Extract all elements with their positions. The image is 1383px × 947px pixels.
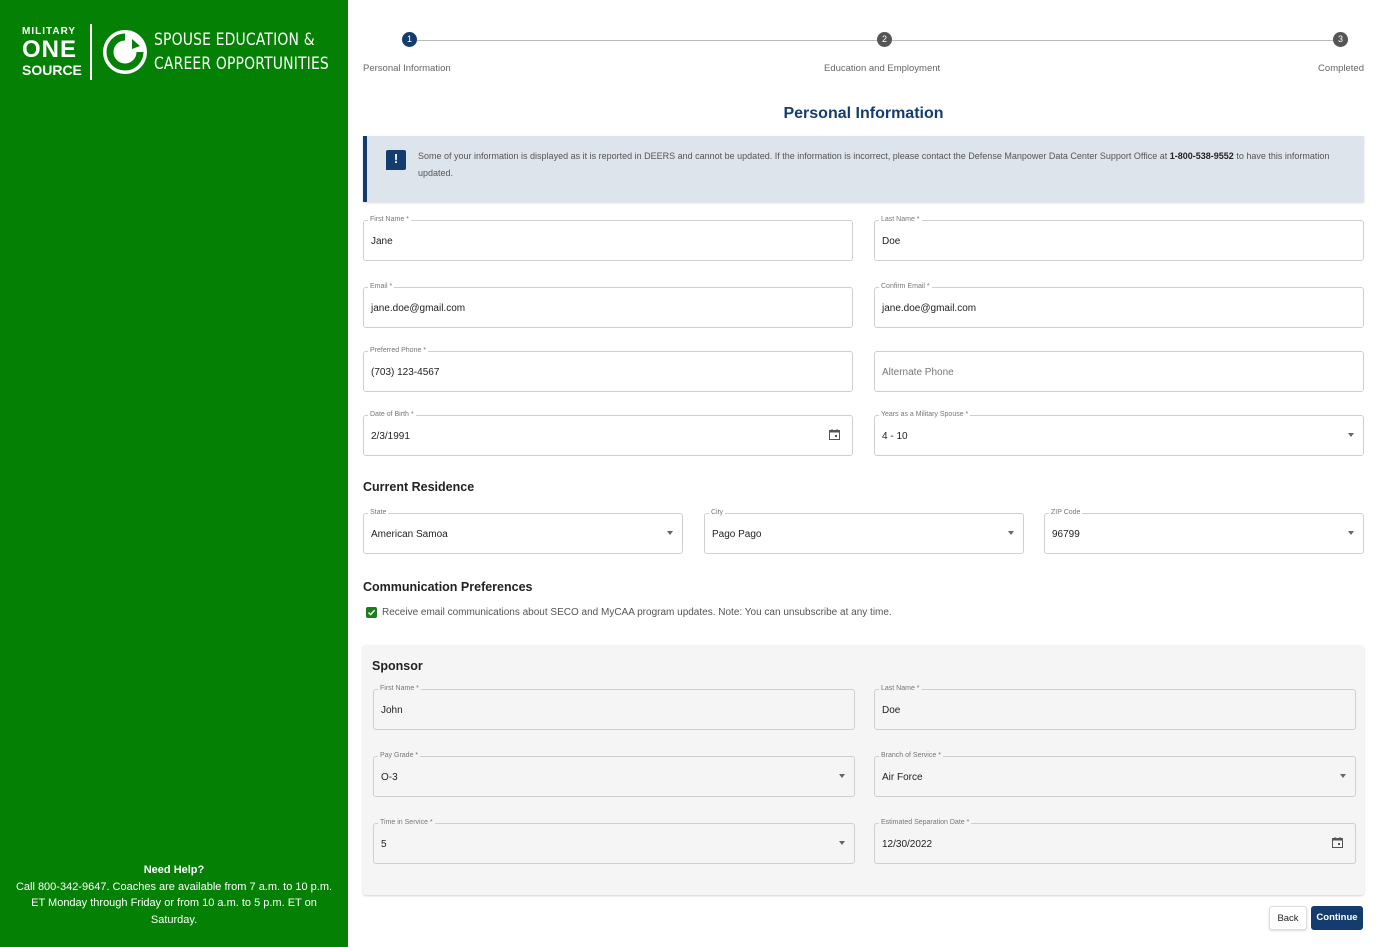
years-military-spouse-value: 4 - 10	[882, 431, 908, 442]
zip-code-value: 96799	[1052, 529, 1080, 540]
logo-one-text: ONE	[22, 36, 78, 63]
time-in-service-value: 5	[381, 839, 387, 850]
alternate-phone-field[interactable]: Alternate Phone	[874, 351, 1364, 392]
alert-message: Some of your information is displayed as…	[418, 148, 1348, 181]
deers-info-alert: ! Some of your information is displayed …	[363, 136, 1364, 202]
email-value: jane.doe@gmail.com	[371, 303, 466, 314]
chevron-down-icon	[1348, 531, 1354, 535]
estimated-separation-date-label: Estimated Separation Date *	[879, 818, 972, 828]
last-name-value: Doe	[882, 236, 901, 247]
step-2-indicator: 2	[877, 32, 892, 47]
date-of-birth-field[interactable]: Date of Birth * 2/3/1991	[363, 410, 853, 456]
calendar-icon[interactable]	[829, 429, 840, 440]
zip-code-label: ZIP Code	[1049, 508, 1083, 518]
alert-text-before: Some of your information is displayed as…	[418, 151, 1170, 161]
estimated-separation-date-field[interactable]: Estimated Separation Date * 12/30/2022	[874, 818, 1356, 864]
city-select[interactable]: City Pago Pago	[704, 508, 1024, 554]
chevron-down-icon	[667, 531, 673, 535]
state-select[interactable]: State American Samoa	[363, 508, 683, 554]
sponsor-first-name-field[interactable]: First Name * John	[373, 684, 855, 730]
email-field[interactable]: Email * jane.doe@gmail.com	[363, 282, 853, 328]
sponsor-last-name-label: Last Name *	[879, 684, 922, 694]
stepper-line-2	[892, 40, 1348, 41]
continue-button[interactable]: Continue	[1311, 906, 1363, 930]
email-communications-label: Receive email communications about SECO …	[382, 607, 892, 618]
preferred-phone-value: (703) 123-4567	[371, 367, 440, 378]
sponsor-heading: Sponsor	[372, 659, 423, 673]
checkmark-icon	[367, 609, 376, 616]
stepper-line-1	[417, 40, 878, 41]
communication-preferences-heading: Communication Preferences	[363, 580, 533, 594]
main-content: 1 Personal Information 2 Education and E…	[348, 0, 1383, 947]
sponsor-first-name-label: First Name *	[378, 684, 421, 694]
step-2-label: Education and Employment	[824, 63, 941, 74]
chevron-down-icon	[839, 841, 845, 845]
step-3-label: Completed	[1318, 63, 1364, 74]
logo-source-text: SOURCE	[22, 62, 82, 78]
last-name-label: Last Name *	[879, 215, 922, 225]
years-military-spouse-select[interactable]: Years as a Military Spouse * 4 - 10	[874, 410, 1364, 456]
state-value: American Samoa	[371, 529, 448, 540]
last-name-field[interactable]: Last Name * Doe	[874, 215, 1364, 261]
logo-divider	[90, 24, 92, 80]
email-communications-option[interactable]: Receive email communications about SECO …	[366, 607, 892, 618]
preferred-phone-field[interactable]: Preferred Phone * (703) 123-4567	[363, 346, 853, 392]
program-name-line1: SPOUSE EDUCATION &	[154, 30, 315, 50]
confirm-email-label: Confirm Email *	[879, 282, 932, 292]
preferred-phone-label: Preferred Phone *	[368, 346, 429, 356]
exclamation-icon: !	[386, 150, 406, 170]
step-3-indicator: 3	[1333, 32, 1348, 47]
sponsor-section: Sponsor First Name * John Last Name * Do…	[363, 645, 1364, 895]
city-label: City	[709, 508, 726, 518]
first-name-field[interactable]: First Name * Jane	[363, 215, 853, 261]
date-of-birth-value: 2/3/1991	[371, 431, 410, 442]
sidebar: MILITARY ONE SOURCE SPOUSE EDUCATION & C…	[0, 0, 348, 947]
calendar-icon[interactable]	[1332, 837, 1343, 848]
need-help-text: Call 800-342-9647. Coaches are available…	[15, 880, 333, 926]
chevron-down-icon	[1008, 531, 1014, 535]
date-of-birth-label: Date of Birth *	[368, 410, 416, 420]
city-value: Pago Pago	[712, 529, 762, 540]
alternate-phone-placeholder: Alternate Phone	[882, 367, 954, 378]
back-button[interactable]: Back	[1269, 906, 1307, 930]
logo-row: MILITARY ONE SOURCE SPOUSE EDUCATION & C…	[22, 24, 367, 80]
sponsor-last-name-value: Doe	[882, 705, 901, 716]
first-name-label: First Name *	[368, 215, 411, 225]
seco-logo-icon	[103, 30, 147, 74]
first-name-value: Jane	[371, 236, 393, 247]
pay-grade-label: Pay Grade *	[378, 751, 421, 761]
page-title: Personal Information	[783, 105, 944, 122]
program-name-line2: CAREER OPPORTUNITIES	[154, 54, 329, 74]
need-help-section: Need Help? Call 800-342-9647. Coaches ar…	[0, 862, 348, 928]
pay-grade-value: O-3	[381, 772, 398, 783]
military-onesource-logo: MILITARY ONE SOURCE	[22, 27, 82, 78]
branch-of-service-value: Air Force	[882, 772, 923, 783]
branch-of-service-label: Branch of Service *	[879, 751, 943, 761]
time-in-service-label: Time in Service *	[378, 818, 435, 828]
estimated-separation-date-value: 12/30/2022	[882, 839, 933, 850]
current-residence-heading: Current Residence	[363, 480, 475, 494]
zip-code-select[interactable]: ZIP Code 96799	[1044, 508, 1364, 554]
state-label: State	[368, 508, 389, 518]
email-communications-checkbox[interactable]	[366, 607, 377, 618]
step-1-label: Personal Information	[363, 63, 451, 74]
step-1-indicator: 1	[402, 32, 417, 47]
support-phone-number: 1-800-538-9552	[1169, 151, 1234, 161]
years-military-spouse-label: Years as a Military Spouse *	[879, 410, 971, 420]
confirm-email-value: jane.doe@gmail.com	[882, 303, 977, 314]
chevron-down-icon	[839, 774, 845, 778]
time-in-service-select[interactable]: Time in Service * 5	[373, 818, 855, 864]
sponsor-first-name-value: John	[381, 705, 403, 716]
app-root: MILITARY ONE SOURCE SPOUSE EDUCATION & C…	[0, 0, 1383, 947]
chevron-down-icon	[1340, 774, 1346, 778]
need-help-title: Need Help?	[143, 864, 205, 876]
sponsor-last-name-field[interactable]: Last Name * Doe	[874, 684, 1356, 730]
chevron-down-icon	[1348, 433, 1354, 437]
pay-grade-select[interactable]: Pay Grade * O-3	[373, 751, 855, 797]
branch-of-service-select[interactable]: Branch of Service * Air Force	[874, 751, 1356, 797]
seco-program-name: SPOUSE EDUCATION & CAREER OPPORTUNITIES	[154, 28, 367, 76]
email-label: Email *	[368, 282, 395, 292]
confirm-email-field[interactable]: Confirm Email * jane.doe@gmail.com	[874, 282, 1364, 328]
progress-stepper: 1 Personal Information 2 Education and E…	[363, 32, 1364, 74]
